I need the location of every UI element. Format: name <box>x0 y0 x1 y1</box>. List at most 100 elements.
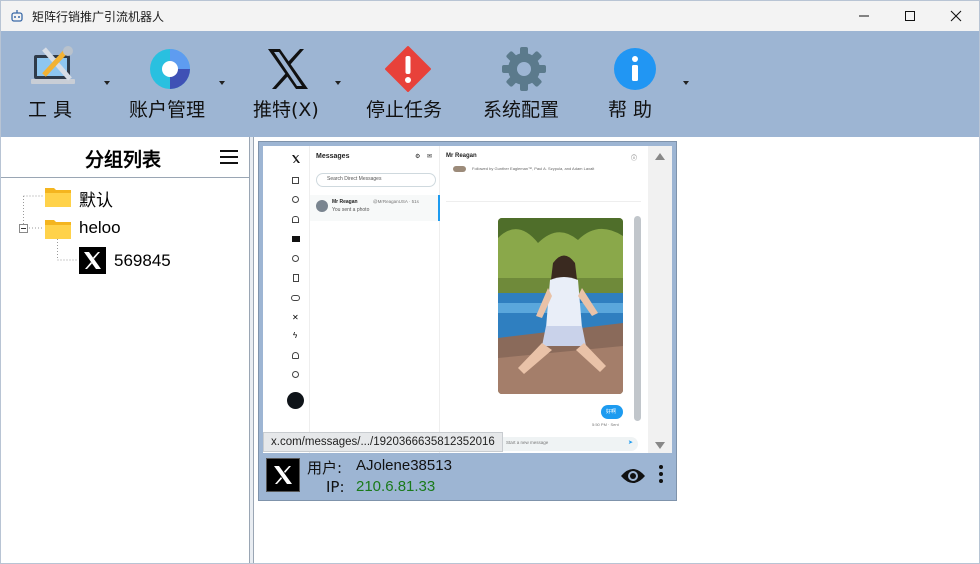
chat-scrollbar <box>634 216 641 421</box>
collapse-toggle-icon[interactable] <box>19 224 28 233</box>
url-tooltip: x.com/messages/.../1920366635812352016 <box>263 432 503 452</box>
preview-nav: ✕ ϟ <box>263 146 310 453</box>
eye-icon[interactable] <box>620 467 646 485</box>
user-value: AJolene38513 <box>356 457 452 474</box>
tree-item-default[interactable]: 默认 <box>1 182 249 210</box>
avatar <box>316 200 328 212</box>
premium-icon: ✕ <box>292 313 299 322</box>
chevron-down-icon[interactable] <box>104 81 110 85</box>
preview-conversation: Mr Reagan @MrReaganUSA · 51s You sent a … <box>310 195 440 221</box>
folder-icon <box>45 188 71 207</box>
toolbar-help[interactable]: 帮 助 <box>606 31 696 137</box>
toolbar-stop[interactable]: 停止任务 <box>366 31 451 137</box>
group-list-panel: 分组列表 默认 heloo 569845 <box>1 137 250 563</box>
folder-open-icon <box>45 220 71 239</box>
tree-item-label: 569845 <box>114 251 171 270</box>
app-window: 矩阵行销推广引流机器人 工 具 账户管理 推特(X) 停止任务 系统配置 帮 助… <box>0 0 980 564</box>
x-account-icon <box>266 458 300 492</box>
chevron-down-icon[interactable] <box>335 81 341 85</box>
preview-conversation-handle: @MrReaganUSA · 51s <box>373 199 419 204</box>
info-icon: ⓘ <box>631 156 638 162</box>
x-logo-icon <box>292 155 300 163</box>
toolbar-accounts-label: 账户管理 <box>129 99 206 121</box>
maximize-icon <box>905 11 915 21</box>
preview-chat: Mr Reagan ⓘ Followed by Gunther Eagleman… <box>440 146 648 453</box>
more-options-icon[interactable] <box>658 465 664 487</box>
toolbar-x-label: 推特(X) <box>253 99 319 121</box>
user-label: 用户: <box>307 459 343 477</box>
toolbar-stop-label: 停止任务 <box>366 99 443 121</box>
gear-icon <box>502 47 546 91</box>
preview-messages-list: Messages ⚙ ✉ Search Direct Messages Mr R… <box>310 146 440 453</box>
group-list-title: 分组列表 <box>85 149 162 171</box>
ip-label: IP: <box>326 478 345 496</box>
account-area: ✕ ϟ Messages ⚙ ✉ Search Direct Messages <box>254 137 979 563</box>
preview-messages-header: Messages <box>316 153 350 160</box>
account-card[interactable]: ✕ ϟ Messages ⚙ ✉ Search Direct Messages <box>258 141 677 501</box>
main-toolbar: 工 具 账户管理 推特(X) 停止任务 系统配置 帮 助 <box>1 31 979 137</box>
community-icon <box>291 295 300 301</box>
group-tree: 默认 heloo 569845 <box>1 179 249 563</box>
mail-icon <box>292 236 300 242</box>
info-icon <box>614 48 656 90</box>
toolbar-tools[interactable]: 工 具 <box>21 31 116 137</box>
toolbar-tools-label: 工 具 <box>28 99 73 121</box>
scroll-down-icon[interactable] <box>655 442 665 449</box>
preview-conversation-snippet: You sent a photo <box>332 207 370 213</box>
maximize-button[interactable] <box>887 1 933 31</box>
grok-icon <box>292 255 299 262</box>
tree-item-label: heloo <box>79 218 121 237</box>
preview-conversation-name: Mr Reagan <box>332 199 358 205</box>
minimize-button[interactable] <box>841 1 887 31</box>
tree-item-heloo[interactable]: heloo <box>1 214 249 242</box>
bell-icon <box>292 216 299 223</box>
divider <box>446 201 641 202</box>
close-button[interactable] <box>933 1 979 31</box>
preview-chat-title: Mr Reagan <box>446 153 477 159</box>
toolbar-help-label: 帮 助 <box>608 99 653 121</box>
home-icon <box>292 177 299 184</box>
preview-scrollbar[interactable] <box>648 146 672 453</box>
tree-item-label: 默认 <box>79 191 113 210</box>
toolbar-settings-label: 系统配置 <box>483 99 560 121</box>
sent-bubble-text: 好啊 <box>606 409 617 415</box>
compose-placeholder: Start a new message <box>506 440 549 445</box>
tools-icon <box>31 46 75 84</box>
settings-icon: ⚙ <box>415 154 421 160</box>
x-logo-icon <box>268 49 308 89</box>
search-icon <box>292 196 299 203</box>
tree-item-account[interactable]: 569845 <box>1 246 249 274</box>
bookmark-icon <box>293 274 299 282</box>
hamburger-menu-icon[interactable] <box>220 150 238 165</box>
preview-search-box: Search Direct Messages <box>316 173 436 187</box>
window-title: 矩阵行销推广引流机器人 <box>32 9 165 24</box>
group-list-header: 分组列表 <box>1 137 249 178</box>
shared-photo <box>498 218 623 394</box>
stop-icon <box>385 46 431 92</box>
ip-value: 210.6.81.33 <box>356 478 436 495</box>
compose-icon: ✉ <box>427 154 433 160</box>
minimize-icon <box>859 15 869 17</box>
account-icon <box>150 49 190 89</box>
toolbar-x[interactable]: 推特(X) <box>251 31 346 137</box>
preview-followed-by: Followed by Gunther Eagleman™, Paul A. S… <box>472 166 595 171</box>
preview-search-placeholder: Search Direct Messages <box>327 176 382 182</box>
follower-avatars <box>453 166 466 172</box>
send-icon: ➤ <box>628 440 634 446</box>
x-account-icon <box>79 247 106 274</box>
browser-preview[interactable]: ✕ ϟ Messages ⚙ ✉ Search Direct Messages <box>263 146 672 453</box>
toolbar-accounts[interactable]: 账户管理 <box>129 31 229 137</box>
close-icon <box>950 10 962 22</box>
chevron-down-icon[interactable] <box>683 81 689 85</box>
profile-icon <box>292 352 299 359</box>
sent-bubble: 好啊 <box>601 405 623 419</box>
robot-app-icon <box>11 10 23 22</box>
sent-time: 5:50 PM · Sent <box>592 422 619 427</box>
chevron-down-icon[interactable] <box>219 81 225 85</box>
scroll-up-icon[interactable] <box>655 153 665 160</box>
post-button <box>287 392 304 409</box>
account-card-footer: 用户: AJolene38513 IP: 210.6.81.33 <box>259 453 676 500</box>
bolt-icon: ϟ <box>293 331 298 340</box>
toolbar-settings[interactable]: 系统配置 <box>483 31 568 137</box>
title-bar: 矩阵行销推广引流机器人 <box>1 1 979 31</box>
